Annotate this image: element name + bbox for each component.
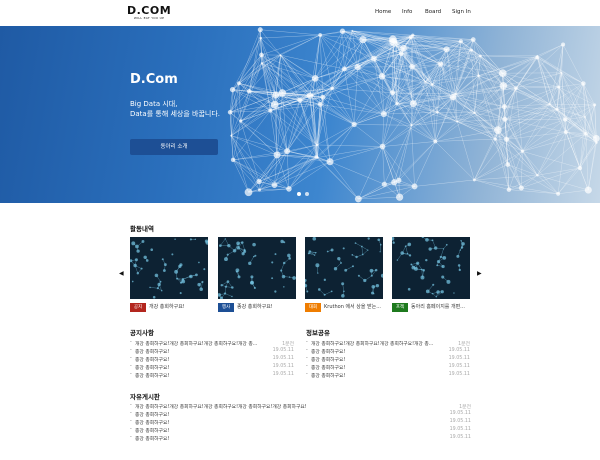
- dash-bullet-icon: -: [130, 419, 132, 424]
- activity-thumbnail: [218, 237, 296, 299]
- dash-bullet-icon: -: [130, 427, 132, 432]
- dash-bullet-icon: -: [306, 348, 308, 353]
- logo[interactable]: D.COM WILL EAT YOU UP: [127, 5, 171, 20]
- list-item[interactable]: - 종강 총회하구요! 19.05.11: [130, 364, 294, 371]
- hero-subtitle-line-2: Data를 통해 세상을 바꿉니다.: [130, 110, 221, 118]
- list-item[interactable]: - 종강 총회하구요! 19.05.11: [130, 419, 471, 426]
- share-heading: 정보공유: [306, 329, 330, 337]
- list-item[interactable]: - 종강 총회하구요! 19.05.11: [306, 348, 470, 355]
- list-item[interactable]: - 종강 총회하구요! 19.05.11: [306, 364, 470, 371]
- site-header: D.COM WILL EAT YOU UP Home Info Board Si…: [0, 0, 600, 26]
- category-badge: 대회: [305, 303, 321, 312]
- dash-bullet-icon: -: [306, 356, 308, 361]
- hero-subtitle-line-1: Big Data 시대,: [130, 100, 178, 108]
- activity-card[interactable]: 대회 Kruthon 에서 상을 받는...: [305, 237, 383, 312]
- list-item[interactable]: - 종강 총회하구요! 19.05.11: [306, 372, 470, 379]
- hero-banner: D.Com Big Data 시대, Data를 통해 세상을 바꿉니다. 동아…: [0, 26, 600, 203]
- list-item[interactable]: - 종강 총회하구요! 19.05.11: [306, 356, 470, 363]
- activity-thumbnail: [392, 237, 470, 299]
- list-item[interactable]: - 종강 총회하구요! 19.05.11: [130, 356, 294, 363]
- hero-title: D.Com: [130, 72, 178, 87]
- activity-card[interactable]: 공지 개강 총회하구요!: [130, 237, 208, 312]
- dash-bullet-icon: -: [130, 435, 132, 440]
- list-item[interactable]: - 종강 총회하구요! 19.05.11: [130, 427, 471, 434]
- dash-bullet-icon: -: [306, 364, 308, 369]
- activity-card[interactable]: 행사 종강 총회하구요!: [218, 237, 296, 312]
- nav-board[interactable]: Board: [425, 9, 441, 15]
- logo-text: D.COM: [127, 4, 172, 17]
- activities-heading: 활동내역: [130, 225, 154, 233]
- dash-bullet-icon: -: [130, 364, 132, 369]
- dash-bullet-icon: -: [130, 411, 132, 416]
- club-intro-button[interactable]: 동아리 소개: [130, 139, 218, 155]
- list-item[interactable]: - 개강 총회하구요!개강 총회하구요!개강 총회하구요!개강 총회하구요!개강 …: [130, 403, 471, 410]
- dash-bullet-icon: -: [130, 403, 132, 408]
- activity-title[interactable]: 동아리 홈페이지를 개편...: [411, 303, 469, 312]
- dash-bullet-icon: -: [306, 340, 308, 345]
- carousel-dot-1[interactable]: [297, 192, 301, 196]
- hero-subtitle: Big Data 시대, Data를 통해 세상을 바꿉니다.: [130, 99, 330, 119]
- category-badge: 행사: [218, 303, 234, 312]
- activity-title[interactable]: Kruthon 에서 상을 받는...: [324, 303, 382, 312]
- activity-title[interactable]: 개강 총회하구요!: [149, 303, 207, 312]
- list-item[interactable]: - 종강 총회하구요! 19.05.11: [130, 411, 471, 418]
- free-board-heading: 자유게시판: [130, 393, 160, 401]
- list-item[interactable]: - 개강 총회하구요!개강 총회하구요!개강 총회하구요!개강 총... 1분전: [130, 340, 294, 347]
- activity-thumbnail: [130, 237, 208, 299]
- carousel-dot-2[interactable]: [305, 192, 309, 196]
- list-item[interactable]: - 종강 총회하구요! 19.05.11: [130, 372, 294, 379]
- dash-bullet-icon: -: [306, 372, 308, 377]
- dash-bullet-icon: -: [130, 340, 132, 345]
- chevron-right-icon[interactable]: ▶: [477, 270, 482, 277]
- nav-home[interactable]: Home: [375, 9, 391, 15]
- notice-heading: 공지사항: [130, 329, 154, 337]
- activity-title[interactable]: 종강 총회하구요!: [237, 303, 295, 312]
- dash-bullet-icon: -: [130, 372, 132, 377]
- category-badge: 프젝: [392, 303, 408, 312]
- list-item[interactable]: - 종강 총회하구요! 19.05.11: [130, 435, 471, 442]
- list-item[interactable]: - 종강 총회하구요! 19.05.11: [130, 348, 294, 355]
- nav-sign-in[interactable]: Sign In: [452, 9, 471, 15]
- dash-bullet-icon: -: [130, 356, 132, 361]
- activity-card[interactable]: 프젝 동아리 홈페이지를 개편...: [392, 237, 470, 312]
- chevron-left-icon[interactable]: ◀: [119, 270, 124, 277]
- list-item[interactable]: - 개강 총회하구요!개강 총회하구요!개강 총회하구요!개강 총... 1분전: [306, 340, 470, 347]
- dash-bullet-icon: -: [130, 348, 132, 353]
- activity-thumbnail: [305, 237, 383, 299]
- category-badge: 공지: [130, 303, 146, 312]
- nav-info[interactable]: Info: [402, 9, 412, 15]
